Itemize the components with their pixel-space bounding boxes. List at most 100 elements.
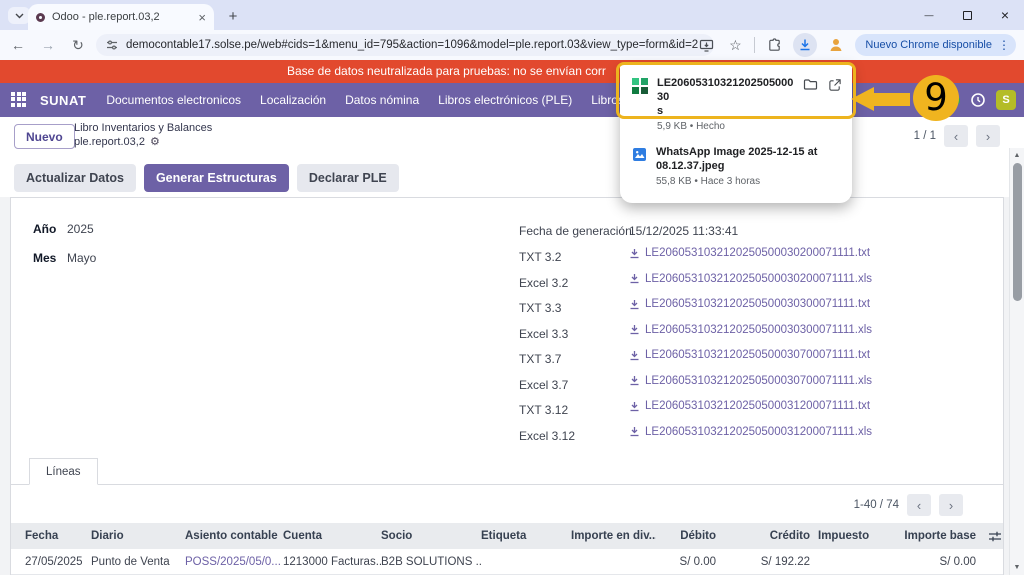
chevron-down-icon: [15, 13, 23, 18]
col-diario[interactable]: Diario: [91, 530, 185, 542]
file-download-link[interactable]: LE2060531032120250500031200071111.txt: [629, 400, 870, 412]
table-row[interactable]: 27/05/2025 Punto de Venta POSS/2025/05/0…: [11, 549, 1003, 575]
file-download-link[interactable]: LE2060531032120250500030700071111.txt: [629, 349, 870, 361]
browser-menu-icon[interactable]: ⋮: [998, 38, 1010, 52]
cell-cuenta[interactable]: 1213000 Facturas...: [283, 556, 381, 568]
chrome-update-chip[interactable]: Nuevo Chrome disponible ⋮: [855, 34, 1016, 56]
url-text: democontable17.solse.pe/web#cids=1&menu_…: [126, 39, 699, 51]
cell-fecha[interactable]: 27/05/2025: [25, 556, 91, 568]
record-next-button[interactable]: ›: [976, 125, 1000, 147]
scroll-down-icon[interactable]: ▼: [1010, 561, 1024, 574]
file-download-link[interactable]: LE2060531032120250500030200071111.xls: [629, 273, 872, 285]
file-download-link[interactable]: LE2060531032120250500031200071111.xls: [629, 426, 872, 438]
download-icon: [630, 248, 639, 258]
banner-text: Base de datos neutralizada para pruebas:…: [287, 64, 606, 78]
annotation-arrow-head: [851, 87, 874, 111]
form-sheet: Año 2025 Mes Mayo Fecha de generación 15…: [10, 197, 1004, 575]
back-button[interactable]: ←: [6, 33, 30, 57]
file-label: Excel 3.7: [519, 377, 569, 392]
field-value-ano[interactable]: 2025: [67, 222, 94, 236]
downloads-button[interactable]: [793, 33, 818, 57]
browser-titlebar: Odoo - ple.report.03,2 × + — ×: [0, 0, 1024, 30]
record-prev-button[interactable]: ‹: [944, 125, 968, 147]
col-debito[interactable]: Débito: [656, 530, 716, 542]
generar-estructuras-button[interactable]: Generar Estructuras: [143, 164, 289, 192]
chrome-update-label: Nuevo Chrome disponible: [865, 39, 992, 51]
new-record-button[interactable]: Nuevo: [14, 124, 75, 149]
file-label: Excel 3.2: [519, 275, 569, 290]
window-maximize-button[interactable]: [948, 0, 986, 30]
page-scrollbar[interactable]: ▲ ▼: [1009, 148, 1024, 575]
record-pager-text: 1 / 1: [913, 130, 936, 142]
nav-item-localizacion[interactable]: Localización: [260, 93, 326, 107]
field-label-fecha-generacion: Fecha de generación: [519, 224, 632, 238]
install-icon[interactable]: [696, 35, 716, 55]
col-etiqueta[interactable]: Etiqueta: [481, 530, 571, 542]
maximize-icon: [962, 10, 972, 20]
lines-prev-button[interactable]: ‹: [907, 494, 931, 516]
declarar-ple-button[interactable]: Declarar PLE: [296, 164, 399, 192]
file-label: TXT 3.12: [519, 403, 569, 417]
file-download-link[interactable]: LE2060531032120250500030700071111.xls: [629, 375, 872, 387]
profile-avatar-icon[interactable]: [826, 35, 846, 55]
nav-item-libros-ple[interactable]: Libros electrónicos (PLE): [438, 93, 572, 107]
apps-grid-icon[interactable]: [11, 91, 28, 109]
record-pager: 1 / 1 ‹ ›: [914, 125, 1000, 147]
cell-asiento-link[interactable]: POSS/2025/05/0...: [185, 556, 283, 568]
breadcrumb-parent-link[interactable]: Libro Inventarios y Balances: [74, 122, 212, 134]
col-impuesto[interactable]: Impuesto: [810, 530, 872, 542]
main-content: Nuevo Libro Inventarios y Balances ple.r…: [0, 117, 1024, 575]
reload-button[interactable]: ↻: [66, 33, 90, 57]
forward-button[interactable]: →: [36, 33, 60, 57]
new-tab-button[interactable]: +: [222, 6, 244, 26]
optional-columns-button[interactable]: [976, 530, 1002, 543]
download-icon: [630, 401, 639, 411]
scrollbar-thumb[interactable]: [1013, 163, 1022, 301]
download-item-whatsapp-image[interactable]: WhatsApp Image 2025-12-15 at 08.12.37.jpe…: [620, 138, 852, 193]
scroll-up-icon[interactable]: ▲: [1010, 149, 1024, 162]
col-credito[interactable]: Crédito: [716, 530, 810, 542]
activities-clock-icon[interactable]: [970, 92, 986, 108]
col-socio[interactable]: Socio: [381, 530, 481, 542]
table-header-row: Fecha Diario Asiento contable Cuenta Soc…: [11, 523, 1003, 549]
cell-diario[interactable]: Punto de Venta: [91, 556, 185, 568]
cell-importe-base[interactable]: S/ 0.00: [872, 556, 976, 568]
col-asiento[interactable]: Asiento contable: [185, 530, 283, 542]
app-brand[interactable]: SUNAT: [40, 93, 86, 108]
col-cuenta[interactable]: Cuenta: [283, 530, 381, 542]
col-fecha[interactable]: Fecha: [25, 530, 91, 542]
site-settings-icon[interactable]: [106, 39, 118, 51]
window-minimize-button[interactable]: —: [910, 0, 948, 30]
annotation-highlight-box: [616, 62, 856, 119]
window-close-button[interactable]: ×: [986, 0, 1024, 30]
col-importe-base[interactable]: Importe base: [872, 530, 976, 542]
tab-title: Odoo - ple.report.03,2: [52, 11, 160, 23]
nav-item-documentos[interactable]: Documentos electronicos: [106, 93, 241, 107]
tab-search-button[interactable]: [8, 7, 30, 24]
field-value-mes[interactable]: Mayo: [67, 251, 96, 265]
file-label: TXT 3.7: [519, 352, 562, 366]
file-download-link[interactable]: LE2060531032120250500030200071111.txt: [629, 247, 870, 259]
cell-credito[interactable]: S/ 192.22: [716, 556, 810, 568]
gear-icon[interactable]: ⚙: [150, 135, 160, 148]
tab-lineas[interactable]: Líneas: [29, 458, 98, 485]
action-buttons-row: Actualizar Datos Generar Estructuras Dec…: [0, 159, 1024, 197]
cell-debito[interactable]: S/ 0.00: [656, 556, 716, 568]
lines-next-button[interactable]: ›: [939, 494, 963, 516]
cell-socio[interactable]: B2B SOLUTIONS ...: [381, 556, 481, 568]
actualizar-datos-button[interactable]: Actualizar Datos: [14, 164, 136, 192]
address-bar[interactable]: democontable17.solse.pe/web#cids=1&menu_…: [96, 34, 714, 56]
extensions-icon[interactable]: [764, 35, 784, 55]
file-download-link[interactable]: LE2060531032120250500030300071111.txt: [629, 298, 870, 310]
bookmark-star-icon[interactable]: ☆: [725, 35, 745, 55]
odoo-favicon: [36, 12, 45, 22]
control-panel: Nuevo Libro Inventarios y Balances ple.r…: [0, 117, 1024, 159]
col-importe-div[interactable]: Importe en div...: [571, 530, 656, 542]
nav-item-datos-nomina[interactable]: Datos nómina: [345, 93, 419, 107]
file-download-link[interactable]: LE2060531032120250500030300071111.xls: [629, 324, 872, 336]
browser-tab[interactable]: Odoo - ple.report.03,2 ×: [28, 4, 214, 30]
tab-close-icon[interactable]: ×: [198, 10, 206, 25]
lines-pager-text: 1-40 / 74: [853, 499, 899, 511]
user-avatar[interactable]: S: [996, 90, 1016, 110]
image-file-icon: [632, 147, 647, 162]
